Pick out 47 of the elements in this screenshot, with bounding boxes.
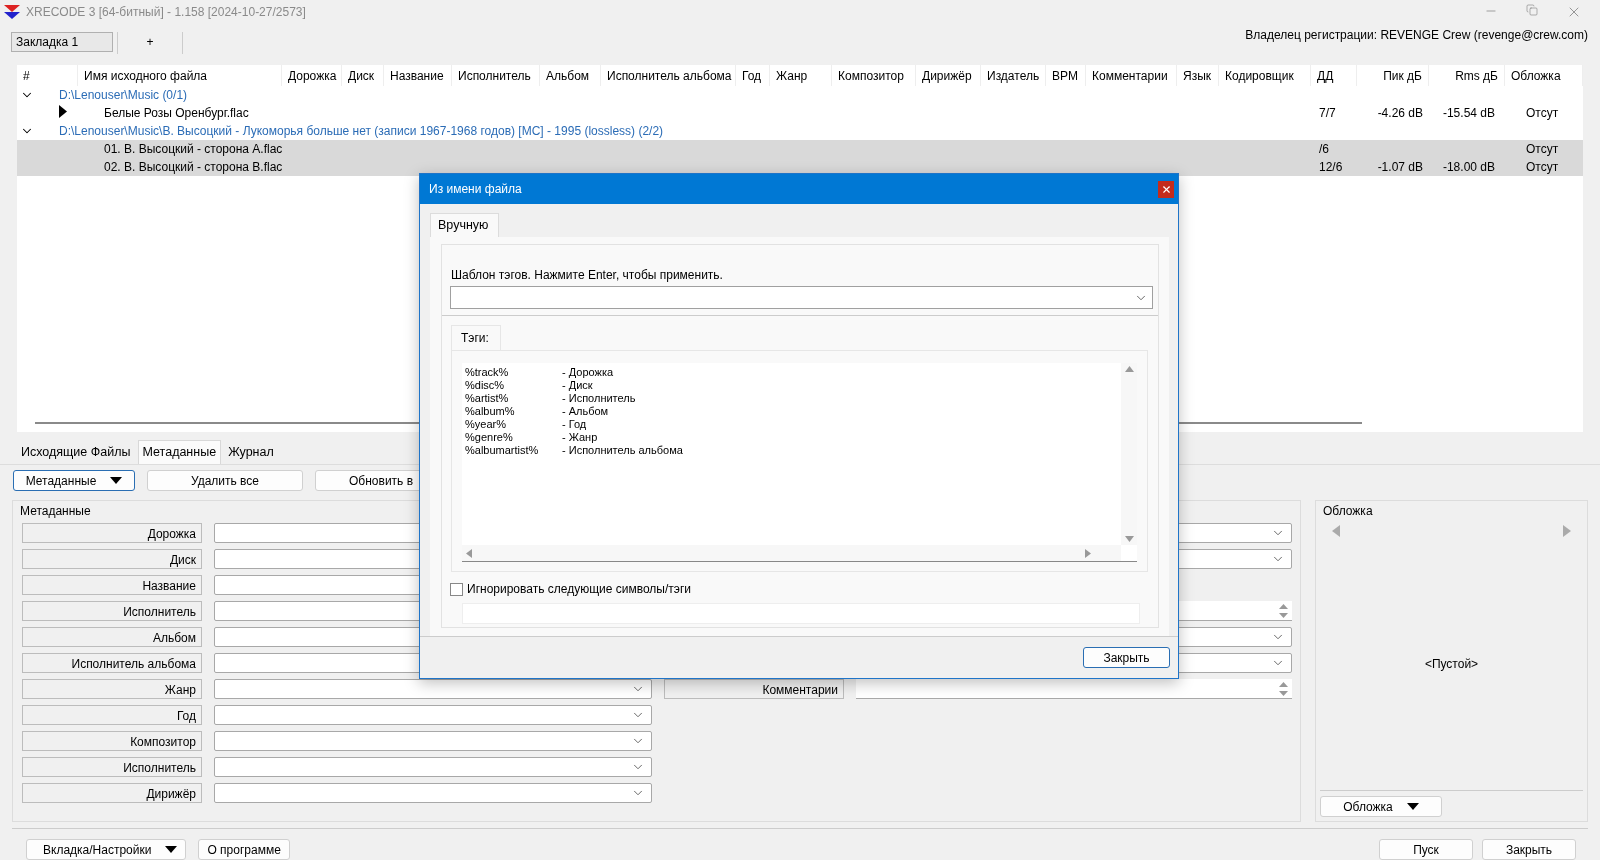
file-name: Белые Розы Оренбург.flac — [103, 106, 250, 120]
field-label: Исполнитель — [22, 601, 202, 621]
file-name: 01. В. Высоцкий - сторона A.flac — [103, 142, 282, 156]
field-label: Диск — [22, 549, 202, 569]
field-label: Дирижёр — [22, 783, 202, 803]
tag-description: - Диск — [562, 379, 594, 392]
empty-cover-text: <Пустой> — [1424, 656, 1479, 671]
tag-description: - Год — [562, 418, 588, 431]
file-name: 02. В. Высоцкий - сторона B.flac — [103, 160, 282, 174]
window-title: XRECODE 3 [64-битный] - 1.158 [2024-10-27/2573] — [26, 5, 306, 19]
group-title: Обложка — [1323, 504, 1373, 518]
field-label: Название — [22, 575, 202, 595]
table-cell-text: -4.26 dB — [1376, 106, 1424, 120]
tag-code: %genre% — [465, 431, 514, 444]
table-cell-text: -18.00 dB — [1441, 160, 1496, 174]
table-cell-text: Отсут — [1525, 160, 1560, 174]
table-cell-text: 12/6 — [1318, 160, 1344, 174]
table-cell-text: /6 — [1318, 142, 1330, 156]
field-label: Композитор — [22, 731, 202, 751]
tag-description: - Жанр — [562, 431, 599, 444]
table-cell-text: -15.54 dB — [1441, 106, 1496, 120]
field-label: Альбом — [22, 627, 202, 647]
registration-owner: Владелец регистрации: REVENGE Crew (revenge@crew.com) — [1245, 28, 1588, 42]
tag-code: %disc% — [465, 379, 506, 392]
tag-code: %artist% — [465, 392, 510, 405]
field-label: Исполнитель альбома — [22, 653, 202, 673]
template-label: Шаблон тэгов. Нажмите Enter, чтобы применить. — [451, 268, 724, 282]
field-label: Комментарии — [664, 679, 844, 699]
dialog-title: Из имени файла — [429, 182, 522, 196]
tag-description: - Исполнитель альбома — [562, 444, 684, 457]
group-title: Метаданные — [20, 504, 91, 518]
table-cell-text: -1.07 dB — [1376, 160, 1424, 174]
tag-code: %track% — [465, 366, 510, 379]
field-label: Год — [22, 705, 202, 725]
tag-code: %year% — [465, 418, 507, 431]
tag-description: - Дорожка — [562, 366, 615, 379]
tag-code: %albumartist% — [465, 444, 540, 457]
tag-code: %album% — [465, 405, 516, 418]
table-cell-text: Отсут — [1525, 142, 1560, 156]
table-cell-text: 7/7 — [1318, 106, 1337, 120]
checkbox-label: Игнорировать следующие символы/тэги — [467, 582, 692, 596]
field-label: Исполнитель — [22, 757, 202, 777]
field-label: Дорожка — [22, 523, 202, 543]
tag-description: - Исполнитель — [562, 392, 637, 405]
table-cell-text: Отсут — [1525, 106, 1560, 120]
field-label: Жанр — [22, 679, 202, 699]
tag-description: - Альбом — [562, 405, 610, 418]
